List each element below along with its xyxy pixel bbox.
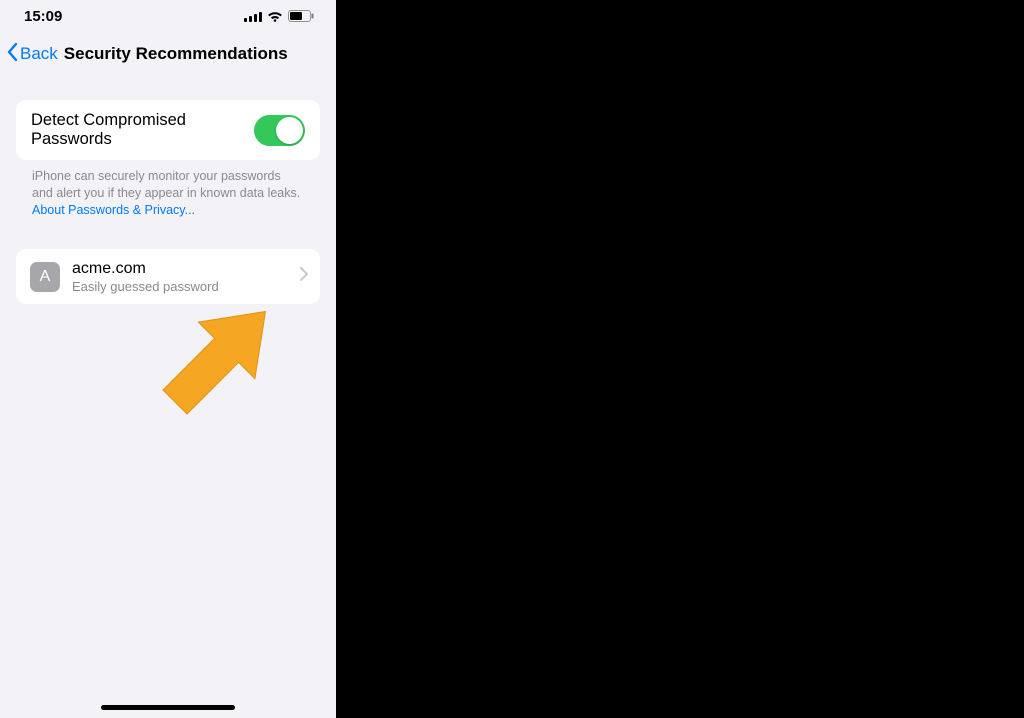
site-avatar: A: [30, 262, 60, 292]
footer-description: iPhone can securely monitor your passwor…: [0, 160, 336, 219]
detect-compromised-row: Detect Compromised Passwords: [16, 100, 320, 160]
toggle-label: Detect Compromised Passwords: [31, 111, 254, 149]
status-time: 15:09: [24, 8, 62, 25]
nav-bar: Back Security Recommendations: [0, 32, 336, 76]
battery-icon: [288, 10, 314, 22]
status-bar: 15:09: [0, 0, 336, 32]
content-area: Detect Compromised Passwords iPhone can …: [0, 76, 336, 304]
footer-text: iPhone can securely monitor your passwor…: [32, 169, 300, 200]
about-passwords-link[interactable]: About Passwords & Privacy...: [32, 203, 195, 217]
phone-screen: 15:09: [0, 0, 336, 718]
wifi-icon: [267, 10, 283, 22]
home-indicator[interactable]: [101, 705, 235, 710]
row-text: acme.com Easily guessed password: [72, 259, 300, 295]
chevron-left-icon: [6, 42, 18, 67]
back-label: Back: [20, 44, 58, 64]
recommendations-list: A acme.com Easily guessed password: [16, 249, 320, 305]
password-item-acme[interactable]: A acme.com Easily guessed password: [16, 249, 320, 305]
back-button[interactable]: Back: [6, 42, 58, 67]
page-title: Security Recommendations: [64, 44, 288, 64]
toggle-knob: [276, 117, 303, 144]
site-subtitle: Easily guessed password: [72, 279, 300, 295]
status-indicators: [244, 10, 314, 22]
chevron-right-icon: [300, 267, 308, 286]
detect-compromised-toggle[interactable]: [254, 115, 305, 146]
cellular-signal-icon: [244, 11, 262, 22]
site-title: acme.com: [72, 259, 300, 278]
